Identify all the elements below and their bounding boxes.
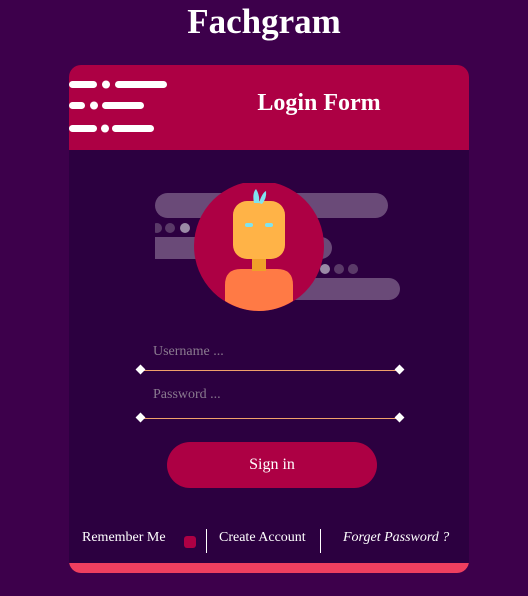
speed-lines-decoration-icon — [69, 80, 167, 133]
footer-divider — [206, 529, 207, 553]
password-input[interactable] — [153, 382, 393, 408]
user-avatar-illustration-icon — [155, 183, 400, 311]
remember-me-checkbox[interactable] — [184, 536, 196, 548]
card-header: Login Form — [69, 65, 469, 150]
underline-end-marker — [135, 412, 146, 423]
username-input[interactable] — [153, 339, 393, 365]
create-account-link[interactable]: Create Account — [219, 530, 306, 546]
forget-password-link[interactable]: Forget Password ? — [343, 530, 449, 546]
remember-me-label: Remember Me — [82, 530, 166, 545]
card-bottom-bar — [69, 563, 469, 573]
card-footer: Remember Me Create Account Forget Passwo… — [69, 525, 469, 557]
card-title: Login Form — [257, 90, 381, 116]
password-underline — [141, 418, 399, 419]
site-title: Fachgram — [187, 2, 341, 41]
underline-end-marker — [135, 364, 146, 375]
username-underline — [141, 370, 399, 371]
sign-in-button[interactable]: Sign in — [167, 442, 377, 488]
underline-end-marker — [394, 412, 405, 423]
login-card: Login Form Username ... Sign in Remember… — [69, 65, 469, 573]
underline-end-marker — [394, 364, 405, 375]
footer-divider — [320, 529, 321, 553]
